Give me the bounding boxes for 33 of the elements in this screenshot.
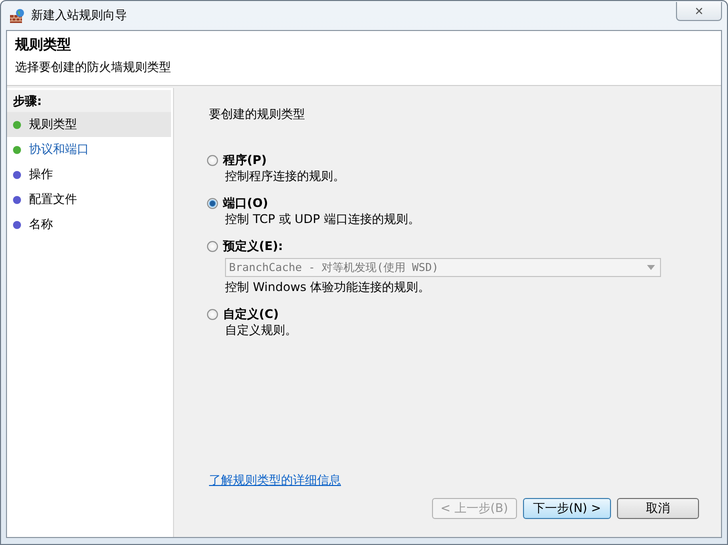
question-text: 要创建的规则类型 bbox=[209, 106, 306, 122]
page-subtitle: 选择要创建的防火墙规则类型 bbox=[15, 59, 172, 75]
radio-button[interactable] bbox=[207, 154, 218, 166]
option-label: 预定义(E): bbox=[223, 238, 283, 254]
step-item[interactable]: 配置文件 bbox=[7, 187, 171, 212]
help-link[interactable]: 了解规则类型的详细信息 bbox=[209, 472, 341, 489]
step-label: 规则类型 bbox=[29, 116, 77, 133]
step-item[interactable]: 操作 bbox=[7, 162, 171, 187]
step-label: 名称 bbox=[29, 216, 53, 233]
step-item[interactable]: 协议和端口 bbox=[7, 137, 171, 162]
step-label: 配置文件 bbox=[29, 191, 77, 208]
step-item[interactable]: 名称 bbox=[7, 212, 171, 237]
close-button[interactable]: ✕ bbox=[676, 2, 722, 21]
caret-icon bbox=[647, 265, 655, 270]
option-description: 控制程序连接的规则。 bbox=[225, 168, 346, 184]
steps-heading: 步骤: bbox=[7, 90, 171, 112]
wizard-button[interactable]: 下一步(N) > bbox=[523, 498, 611, 519]
step-label: 操作 bbox=[29, 166, 53, 183]
option-label: 自定义(C) bbox=[223, 306, 279, 322]
option-description: 控制 TCP 或 UDP 端口连接的规则。 bbox=[225, 211, 421, 227]
option-description: 控制 Windows 体验功能连接的规则。 bbox=[225, 279, 432, 295]
wizard-button[interactable]: 取消 bbox=[617, 498, 699, 519]
radio-button[interactable] bbox=[207, 240, 218, 252]
firewall-icon bbox=[9, 8, 25, 24]
option-label: 程序(P) bbox=[223, 152, 267, 168]
window-title: 新建入站规则向导 bbox=[31, 7, 127, 24]
step-label: 协议和端口 bbox=[29, 141, 89, 158]
option-label: 端口(O) bbox=[223, 195, 268, 211]
radio-button[interactable] bbox=[207, 198, 218, 208]
radio-button[interactable] bbox=[207, 308, 218, 320]
step-item[interactable]: 规则类型 bbox=[7, 112, 171, 137]
page-title: 规则类型 bbox=[15, 36, 72, 55]
option-description: 自定义规则。 bbox=[225, 322, 298, 338]
